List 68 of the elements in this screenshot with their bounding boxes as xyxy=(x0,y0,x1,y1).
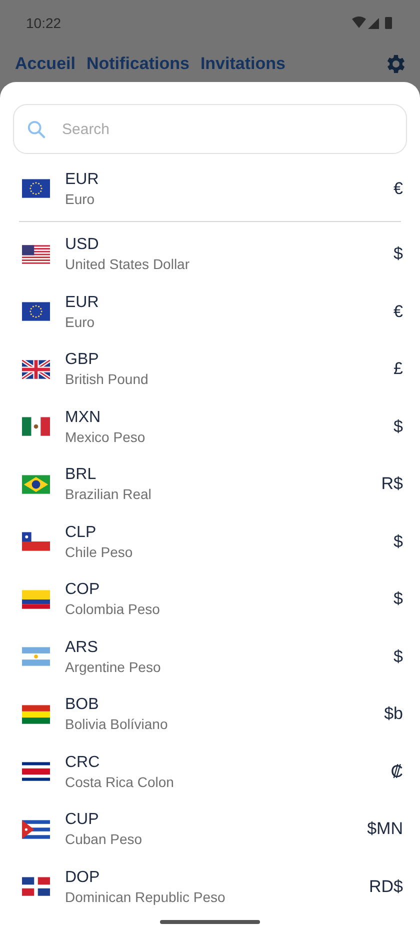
currency-symbol: $ xyxy=(394,244,403,264)
currency-item[interactable]: USD United States Dollar $ xyxy=(13,226,407,283)
currency-code: ARS xyxy=(65,638,99,658)
currency-code: BOB xyxy=(65,695,100,716)
flag-icon xyxy=(22,244,50,264)
currency-item[interactable]: GBP British Pound £ xyxy=(13,340,407,398)
flag-icon xyxy=(22,590,50,609)
currency-item[interactable]: BRL Brazilian Real R$ xyxy=(13,456,407,513)
currency-name: Argentine Peso xyxy=(65,658,162,676)
flag-icon xyxy=(22,360,50,379)
currency-name: Mexico Peso xyxy=(65,428,146,446)
currency-item[interactable]: CUP Cuban Peso $MN xyxy=(13,800,407,858)
currency-name: Bolivia Bolíviano xyxy=(65,715,169,734)
currency-code: CUP xyxy=(65,810,100,830)
flag-icon xyxy=(22,417,50,436)
currency-code: USD xyxy=(65,235,100,256)
currency-name: Euro xyxy=(65,190,96,208)
currency-code: BRL xyxy=(65,465,98,486)
status-time: 10:22 xyxy=(26,15,62,31)
flag-icon xyxy=(22,704,50,724)
currency-symbol: £ xyxy=(394,359,403,380)
currency-code: COP xyxy=(65,580,101,600)
currency-symbol: ₡ xyxy=(390,762,403,782)
currency-symbol: $b xyxy=(384,704,403,724)
currency-name: Euro xyxy=(65,312,96,331)
currency-code: DOP xyxy=(65,868,101,888)
currency-code: MXN xyxy=(65,408,102,428)
flag-icon xyxy=(22,820,50,839)
currency-name: Dominican Republic Peso xyxy=(65,888,226,906)
currency-symbol: RD$ xyxy=(368,876,403,897)
currency-symbol: $ xyxy=(394,416,403,437)
currency-name: Costa Rica Colon xyxy=(65,772,175,791)
currency-name: Cuban Peso xyxy=(65,830,144,848)
flag-icon xyxy=(22,877,50,896)
currency-item[interactable]: CLP Chile Peso $ xyxy=(13,513,407,570)
currency-code: CLP xyxy=(65,522,98,543)
currency-code: CRC xyxy=(65,752,101,773)
currency-code: EUR xyxy=(65,170,100,190)
flag-icon xyxy=(22,179,50,198)
currency-name: Colombia Peso xyxy=(65,600,161,618)
currency-symbol: R$ xyxy=(381,474,403,494)
currency-item[interactable]: DOP Dominican Republic Peso RD$ xyxy=(13,858,407,916)
currency-item[interactable]: BOB Bolivia Bolíviano $b xyxy=(13,686,407,743)
search-field[interactable]: Search xyxy=(13,104,407,154)
currency-item[interactable]: CRC Costa Rica Colon ₡ xyxy=(13,743,407,800)
currency-item[interactable]: COP Colombia Peso $ xyxy=(13,570,407,628)
currency-symbol: € xyxy=(394,302,403,322)
currency-symbol: $MN xyxy=(367,819,403,840)
flag-icon xyxy=(22,302,50,322)
flag-icon xyxy=(22,474,50,494)
flag-icon xyxy=(22,532,50,552)
flag-icon xyxy=(22,762,50,782)
currency-item[interactable]: ARS Argentine Peso $ xyxy=(13,628,407,686)
status-icons xyxy=(352,16,394,30)
currency-symbol: $ xyxy=(394,589,403,610)
currency-item[interactable]: EUR Euro € xyxy=(13,283,407,340)
currency-name: Brazilian Real xyxy=(65,485,152,504)
currency-code: GBP xyxy=(65,350,100,370)
currency-symbol: $ xyxy=(394,532,403,552)
currency-code: EUR xyxy=(65,292,100,313)
currency-item[interactable]: MXN Mexico Peso $ xyxy=(13,398,407,456)
currency-name: British Pound xyxy=(65,370,150,388)
currency-name: United States Dollar xyxy=(65,255,191,274)
currency-symbol: € xyxy=(394,178,403,199)
currency-name: Chile Peso xyxy=(65,542,134,561)
currency-symbol: $ xyxy=(394,646,403,667)
flag-icon xyxy=(22,647,50,666)
currency-item[interactable]: EUR Euro € xyxy=(13,160,407,218)
